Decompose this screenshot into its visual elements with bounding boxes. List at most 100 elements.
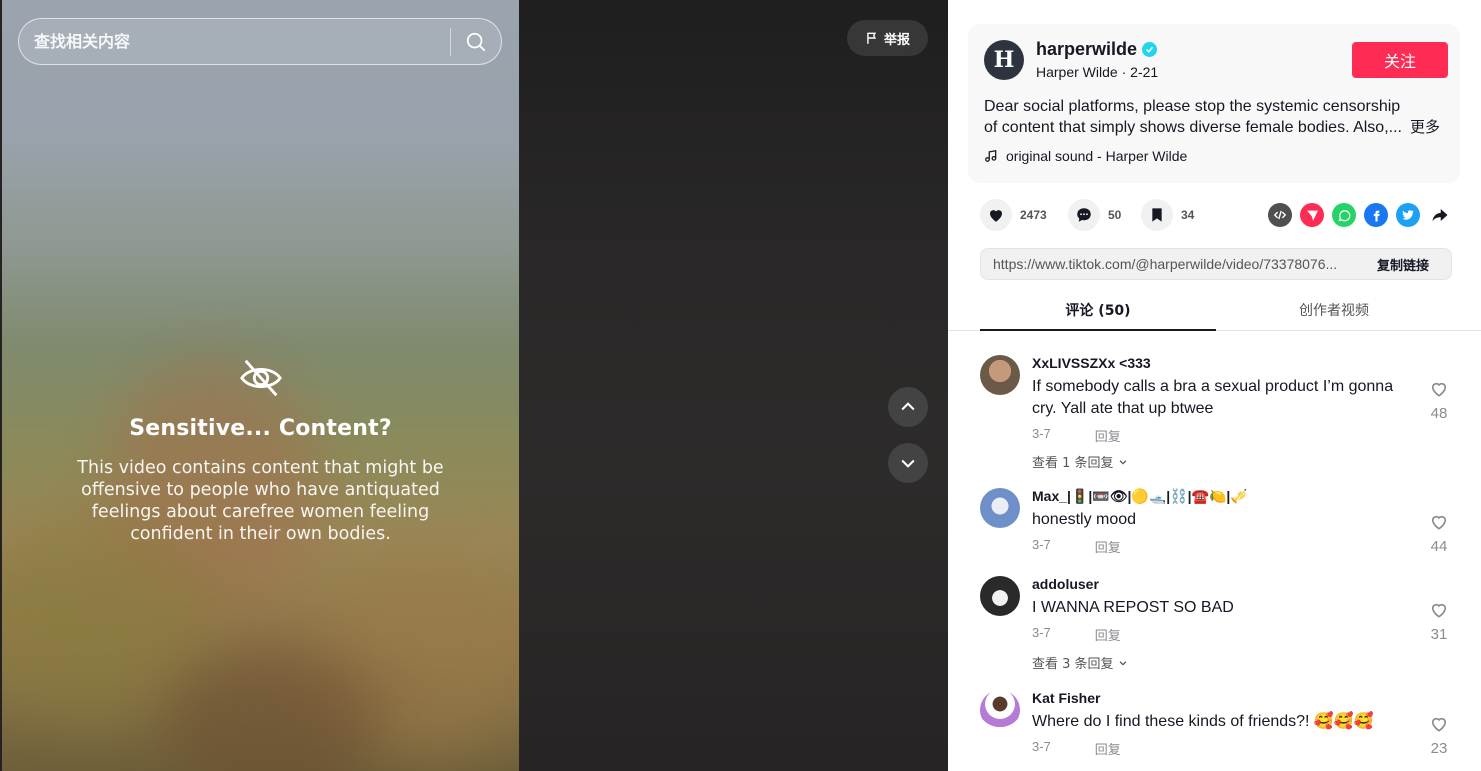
chevron-down-icon — [901, 459, 915, 468]
panel-tabs: 评论 (50) 创作者视频 — [948, 292, 1481, 331]
tab-comments[interactable]: 评论 (50) — [980, 292, 1216, 331]
music-title: original sound - Harper Wilde — [1006, 148, 1188, 164]
eye-off-icon — [239, 359, 282, 397]
commenter-username[interactable]: addoluser — [1032, 576, 1099, 592]
comment-item: Max_|🚦|📼👁|🟡🛥️|⛓️|☎️🍋|🎺 honestly mood 3-7… — [980, 488, 1450, 568]
music-link[interactable]: original sound - Harper Wilde — [984, 148, 1187, 164]
post-date: 2-21 — [1130, 64, 1159, 80]
action-bar: 2473 50 34 — [980, 199, 1450, 231]
comment-icon-wrap — [1068, 199, 1100, 231]
comment-like-button[interactable]: 23 — [1426, 714, 1452, 757]
view-replies-label: 查看 3 条回复 — [1032, 657, 1114, 672]
next-video-button[interactable] — [888, 443, 928, 483]
video-link-text[interactable]: https://www.tiktok.com/@harperwilde/vide… — [981, 256, 1355, 272]
comment-date: 3-7 — [1032, 426, 1051, 441]
comment-item: XxLIVSSZXx <333 If somebody calls a bra … — [980, 355, 1450, 475]
view-replies-button[interactable]: 查看 3 条回复 — [1032, 653, 1128, 672]
sensitive-overlay: Sensitive... Content? This video contain… — [2, 355, 519, 545]
video-description-card: H harperwilde Harper Wilde · 2-21 关注 Dea… — [968, 24, 1460, 183]
send-icon[interactable] — [1300, 203, 1324, 227]
facebook-icon[interactable] — [1364, 203, 1388, 227]
comment-date: 3-7 — [1032, 537, 1051, 552]
comment-like-button[interactable]: 44 — [1426, 512, 1452, 555]
comment-meta: 3-7 回复 — [1032, 739, 1121, 758]
author-avatar[interactable]: H — [984, 40, 1024, 80]
tab-creator-videos[interactable]: 创作者视频 — [1216, 292, 1452, 331]
report-label: 举报 — [883, 32, 910, 48]
chevron-up-icon — [901, 402, 915, 411]
music-note-icon — [985, 149, 997, 162]
chevron-down-icon — [1119, 459, 1126, 465]
video-backdrop — [519, 0, 948, 771]
comment-item: addoluser I WANNA REPOST SO BAD 3-7 回复 查… — [980, 576, 1450, 676]
more-share-icon[interactable] — [1428, 203, 1452, 227]
video-caption: Dear social platforms, please stop the s… — [984, 96, 1444, 138]
embed-icon[interactable] — [1268, 203, 1292, 227]
like-button[interactable]: 2473 — [980, 199, 1047, 231]
previous-video-button[interactable] — [888, 387, 928, 427]
comment-meta: 3-7 回复 — [1032, 625, 1121, 644]
sensitive-description: This video contains content that might b… — [77, 458, 444, 544]
comment-text: If somebody calls a bra a sexual product… — [1032, 378, 1394, 417]
comment-like-button[interactable]: 31 — [1426, 600, 1452, 643]
follow-button[interactable]: 关注 — [1352, 42, 1448, 78]
search-bar — [18, 18, 502, 65]
comment-button[interactable]: 50 — [1068, 199, 1121, 231]
report-button[interactable]: 举报 — [847, 20, 928, 56]
commenter-username[interactable]: Kat Fisher — [1032, 690, 1100, 706]
search-icon — [466, 32, 486, 51]
save-button[interactable]: 34 — [1141, 199, 1194, 231]
comment-like-count: 23 — [1430, 740, 1448, 757]
whatsapp-icon[interactable] — [1332, 203, 1356, 227]
comment-text: I WANNA REPOST SO BAD — [1032, 599, 1234, 616]
author-username-link[interactable]: harperwilde — [1036, 39, 1158, 60]
reply-button[interactable]: 回复 — [1095, 426, 1121, 445]
author-avatar-letter: H — [993, 47, 1015, 73]
comment-item: Kat Fisher Where do I find these kinds o… — [980, 690, 1450, 770]
like-icon-wrap — [980, 199, 1012, 231]
meta-separator: · — [1121, 64, 1131, 80]
commenter-avatar[interactable] — [980, 576, 1020, 616]
reply-button[interactable]: 回复 — [1095, 537, 1121, 556]
twitter-icon[interactable] — [1396, 203, 1420, 227]
sensitive-title: Sensitive... Content? — [129, 416, 392, 441]
comment-count: 50 — [1108, 208, 1122, 222]
comment-like-count: 48 — [1430, 405, 1448, 422]
verified-badge-icon — [1142, 42, 1158, 57]
save-icon-wrap — [1141, 199, 1173, 231]
heart-outline-icon — [1431, 603, 1447, 618]
comment-icon — [1077, 208, 1091, 222]
commenter-username[interactable]: XxLIVSSZXx <333 — [1032, 355, 1151, 371]
comment-meta: 3-7 回复 — [1032, 426, 1121, 445]
video-player[interactable]: 举报 Sensitive... Content? This video cont… — [0, 0, 948, 771]
copy-link-button[interactable]: 复制链接 — [1355, 249, 1451, 279]
share-icons — [1268, 203, 1452, 227]
commenter-avatar[interactable] — [980, 355, 1020, 395]
author-meta: Harper Wilde · 2-21 — [1036, 64, 1158, 80]
commenter-username[interactable]: Max_|🚦|📼👁|🟡🛥️|⛓️|☎️🍋|🎺 — [1032, 488, 1248, 505]
comment-like-button[interactable]: 48 — [1426, 379, 1452, 422]
commenter-avatar[interactable] — [980, 690, 1020, 730]
view-replies-button[interactable]: 查看 1 条回复 — [1032, 452, 1128, 471]
chevron-down-icon — [1119, 660, 1126, 666]
bookmark-icon — [1152, 208, 1162, 222]
comment-text: Where do I find these kinds of friends?!… — [1032, 713, 1374, 730]
save-count: 34 — [1181, 208, 1195, 222]
details-panel: H harperwilde Harper Wilde · 2-21 关注 Dea… — [948, 0, 1481, 771]
comment-like-count: 44 — [1430, 538, 1448, 555]
comment-date: 3-7 — [1032, 739, 1051, 754]
search-input[interactable] — [19, 32, 450, 51]
view-replies-label: 查看 1 条回复 — [1032, 456, 1114, 471]
comment-text: honestly mood — [1032, 511, 1137, 528]
copy-link-box: https://www.tiktok.com/@harperwilde/vide… — [980, 248, 1452, 280]
flag-icon — [867, 32, 877, 44]
author-display-name: Harper Wilde — [1036, 64, 1118, 80]
author-username: harperwilde — [1036, 39, 1138, 59]
heart-outline-icon — [1431, 717, 1447, 732]
reply-button[interactable]: 回复 — [1095, 739, 1121, 758]
search-button[interactable] — [451, 19, 501, 64]
reply-button[interactable]: 回复 — [1095, 625, 1121, 644]
caption-more-button[interactable]: 更多 — [1410, 117, 1440, 138]
commenter-avatar[interactable] — [980, 488, 1020, 528]
comment-like-count: 31 — [1430, 626, 1448, 643]
